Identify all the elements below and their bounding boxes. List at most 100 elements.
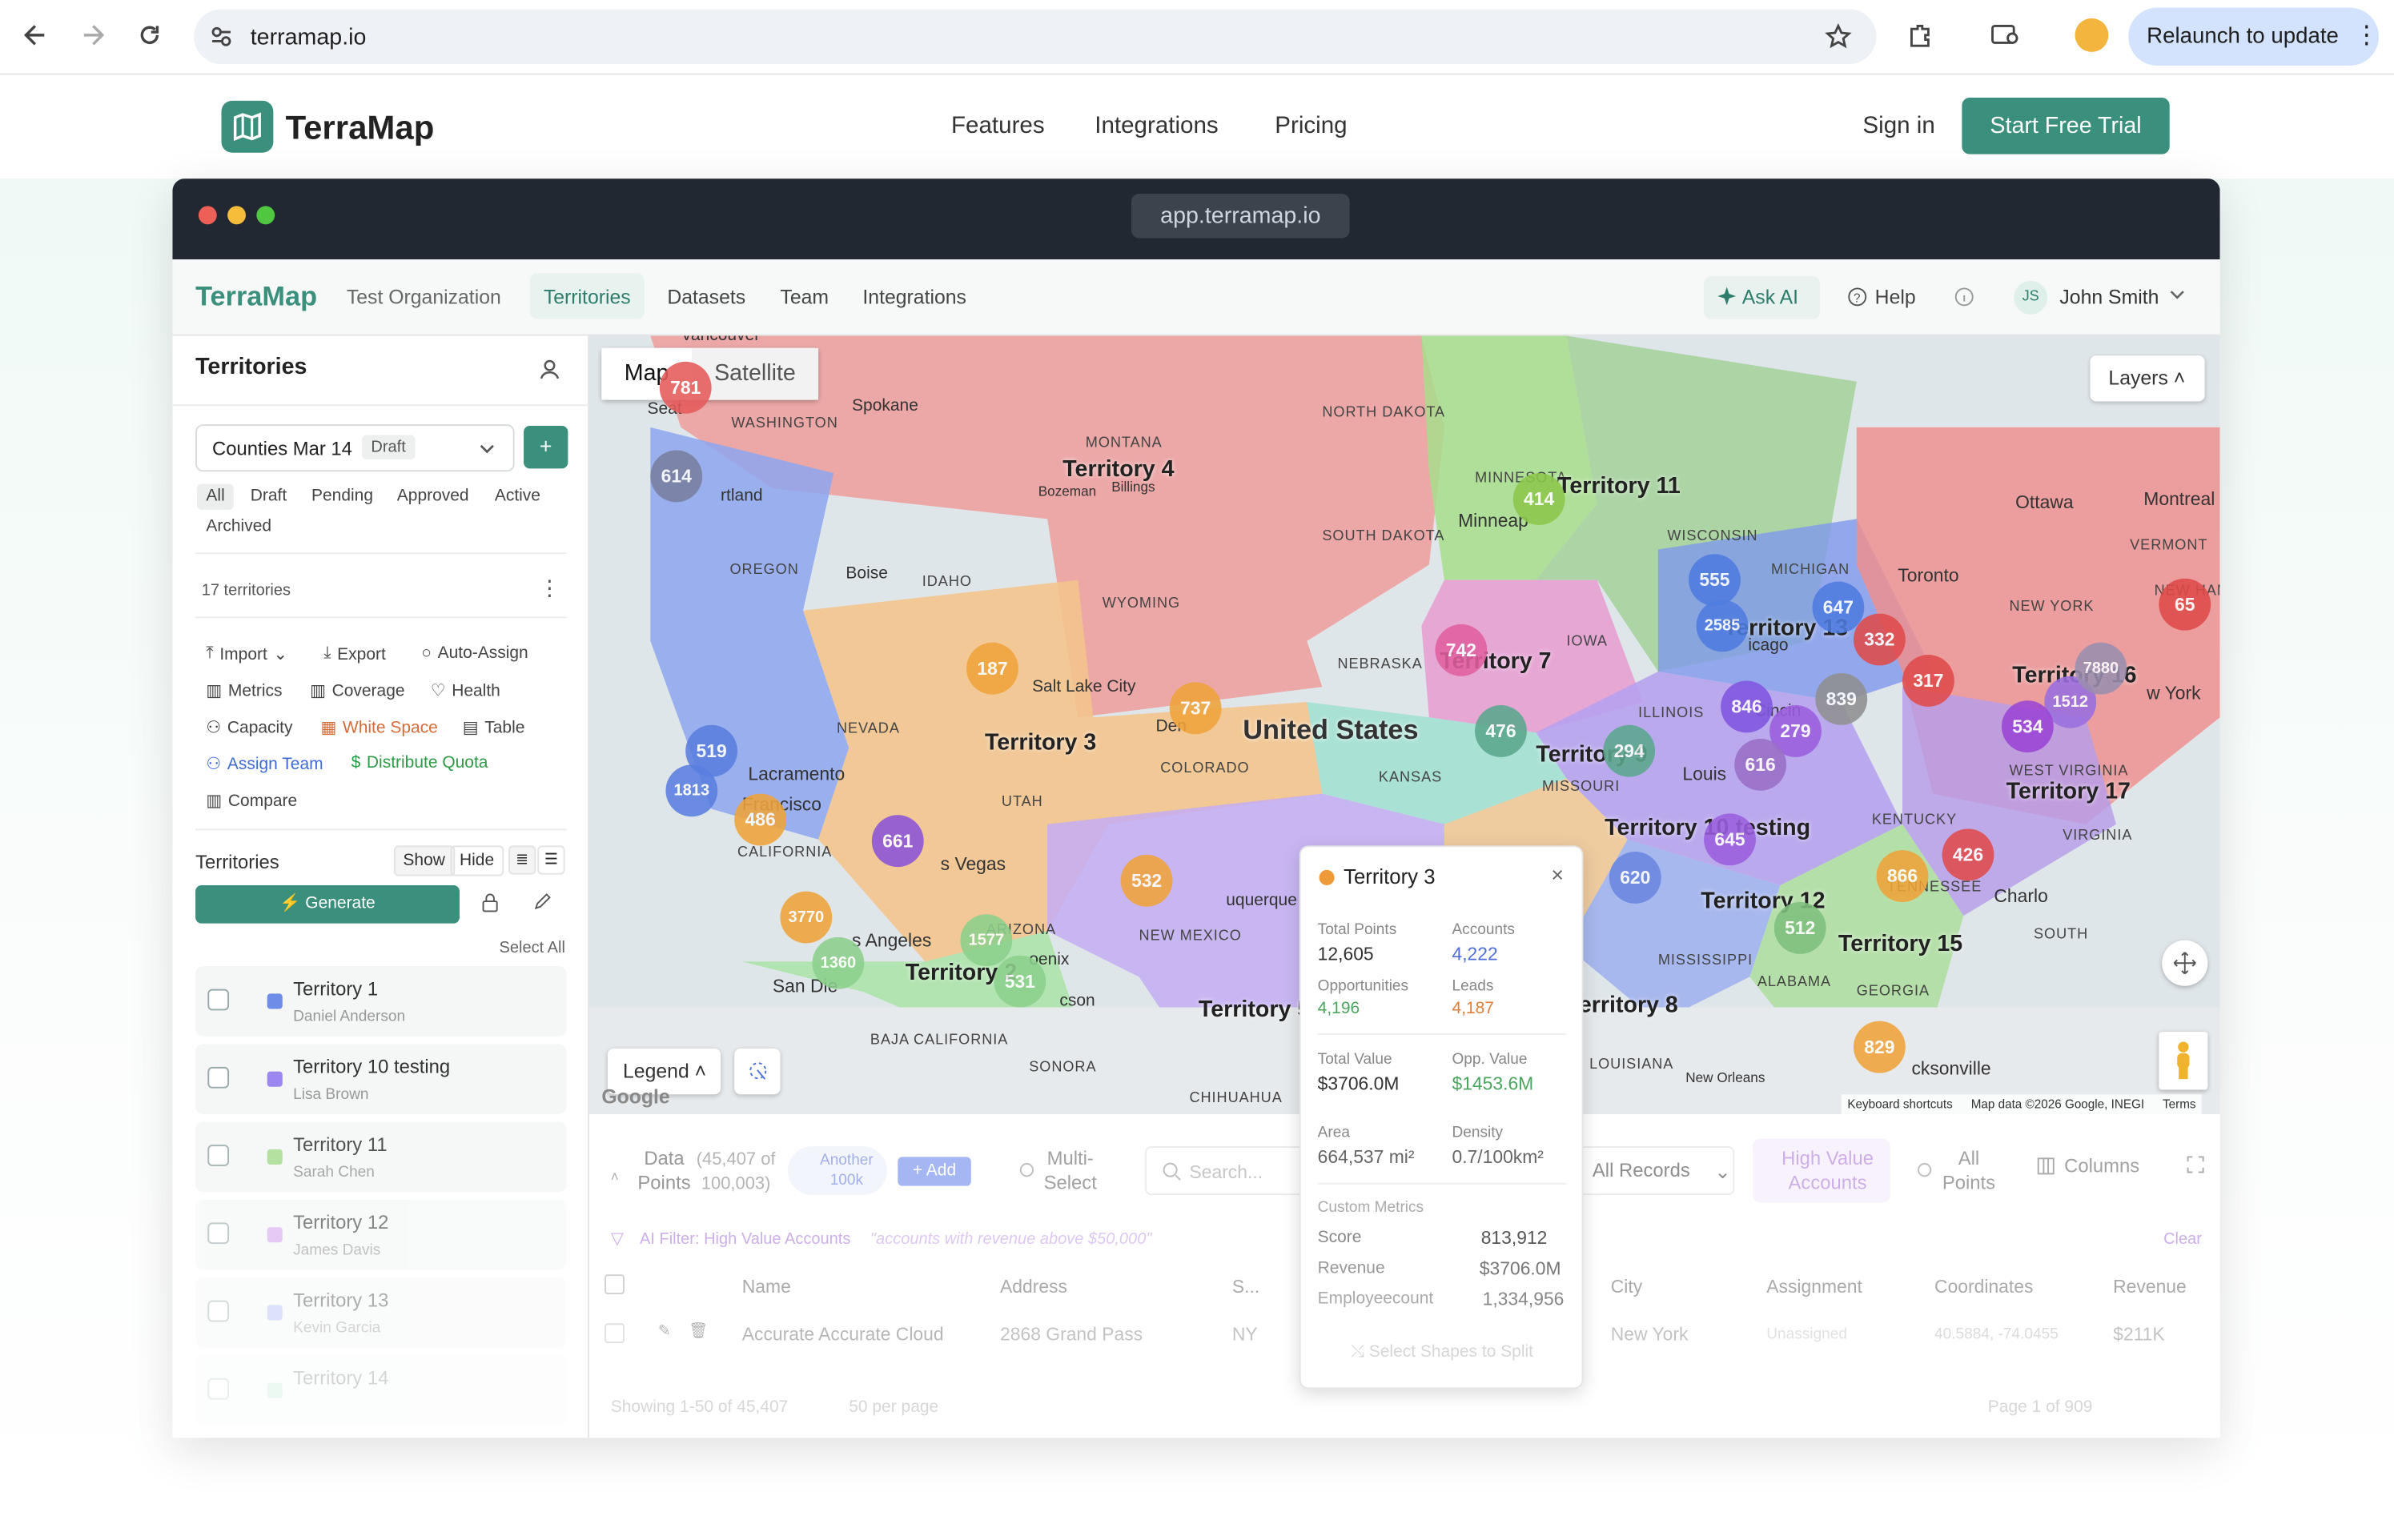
territory-label[interactable]: Territory 3	[985, 729, 1096, 755]
cluster-marker[interactable]: 2585	[1696, 600, 1749, 652]
sign-in-link[interactable]: Sign in	[1862, 113, 1934, 140]
filter-active[interactable]: Active	[495, 487, 540, 505]
territory-label[interactable]: Territory 17	[2006, 779, 2131, 804]
metrics-button[interactable]: ▥ Metrics	[206, 680, 282, 700]
cluster-marker[interactable]: 781	[659, 361, 712, 414]
user-name[interactable]: John Smith	[2059, 286, 2159, 309]
trash-icon[interactable]: 🗑	[689, 1323, 708, 1340]
capacity-button[interactable]: ⚇ Capacity	[206, 717, 292, 737]
app-brand[interactable]: TerraMap	[195, 281, 317, 313]
info-icon[interactable]	[1954, 287, 1974, 307]
cluster-marker[interactable]: 616	[1734, 738, 1787, 791]
clear-filter-link[interactable]: Clear	[2163, 1230, 2202, 1249]
cluster-marker[interactable]: 532	[1120, 854, 1173, 907]
add-version-button[interactable]: +	[524, 426, 568, 469]
territory-label[interactable]: Territory 15	[1838, 931, 1962, 956]
select-all-link[interactable]: Select All	[500, 939, 565, 957]
col-city[interactable]: City	[1611, 1276, 1642, 1297]
nav-datasets[interactable]: Datasets	[667, 286, 745, 309]
col-assignment[interactable]: Assignment	[1766, 1276, 1862, 1297]
cluster-marker[interactable]: 555	[1689, 554, 1741, 607]
org-name[interactable]: Test Organization	[347, 286, 501, 309]
territory-row[interactable]: Territory 14	[195, 1355, 567, 1426]
territory-row[interactable]: Territory 10 testing Lisa Brown	[195, 1044, 567, 1115]
bookmark-star-icon[interactable]	[1825, 23, 1852, 50]
cluster-marker[interactable]: 661	[871, 815, 924, 868]
street-view-button[interactable]	[2159, 1032, 2208, 1090]
row-checkbox[interactable]	[207, 1300, 230, 1322]
nav-integrations-app[interactable]: Integrations	[862, 286, 966, 309]
columns-button[interactable]: Columns	[2064, 1156, 2139, 1177]
cluster-marker[interactable]: 1360	[812, 936, 865, 989]
col-address[interactable]: Address	[1000, 1276, 1067, 1297]
cluster-marker[interactable]: 1813	[665, 764, 718, 817]
nav-features[interactable]: Features	[951, 113, 1045, 140]
cluster-marker[interactable]: 534	[2001, 700, 2054, 753]
records-select[interactable]: All Records ⌄	[1578, 1146, 1735, 1196]
cluster-marker[interactable]: 426	[1942, 828, 1994, 881]
filter-draft[interactable]: Draft	[251, 487, 287, 505]
territory-row[interactable]: Territory 11 Sarah Chen	[195, 1121, 567, 1193]
start-trial-button[interactable]: Start Free Trial	[1962, 98, 2170, 154]
multi-select-toggle[interactable]: Multi-Select	[1042, 1146, 1099, 1195]
terms-link[interactable]: Terms	[2163, 1097, 2196, 1111]
per-page-select[interactable]: 50 per page	[849, 1398, 938, 1417]
cluster-marker[interactable]: 866	[1876, 850, 1929, 902]
cluster-marker[interactable]: 3770	[780, 891, 833, 944]
cluster-marker[interactable]: 1577	[960, 914, 1013, 967]
compact-view-icon[interactable]: ≣	[508, 845, 536, 875]
cluster-marker[interactable]: 839	[1815, 672, 1868, 725]
col-coordinates[interactable]: Coordinates	[1934, 1276, 2033, 1297]
cluster-marker[interactable]: 187	[966, 642, 1018, 695]
help-label[interactable]: Help	[1875, 286, 1916, 309]
filter-all[interactable]: All	[206, 487, 224, 505]
radio-icon[interactable]	[1019, 1163, 1034, 1177]
cluster-marker[interactable]: 7880	[2075, 642, 2127, 695]
coverage-button[interactable]: ▥ Coverage	[310, 680, 404, 700]
cluster-marker[interactable]: 742	[1435, 624, 1488, 676]
menu-dots-icon[interactable]: ⋮	[2354, 8, 2379, 66]
another-100k-button[interactable]: Another 100k	[787, 1146, 887, 1196]
col-revenue[interactable]: Revenue	[2113, 1276, 2187, 1297]
extensions-icon[interactable]	[1907, 22, 1934, 49]
filter-approved[interactable]: Approved	[397, 487, 469, 505]
cluster-marker[interactable]: 512	[1773, 901, 1826, 954]
cluster-marker[interactable]: 65	[2159, 578, 2211, 631]
version-select[interactable]: Counties Mar 14 Draft	[195, 424, 515, 472]
generate-button[interactable]: ⚡ Generate	[195, 885, 460, 924]
export-button[interactable]: ⤓ Export	[323, 644, 386, 664]
cluster-marker[interactable]: 614	[650, 450, 703, 503]
add-button[interactable]: + Add	[898, 1157, 971, 1186]
cluster-marker[interactable]: 317	[1902, 655, 1954, 707]
close-dot[interactable]	[198, 206, 217, 225]
select-all-checkbox[interactable]	[605, 1274, 625, 1295]
territory-label[interactable]: Territory 11	[1557, 473, 1681, 499]
cluster-marker[interactable]: 294	[1603, 724, 1656, 777]
keyboard-shortcuts-link[interactable]: Keyboard shortcuts	[1847, 1097, 1952, 1111]
territory-row[interactable]: Territory 1 Daniel Anderson	[195, 966, 567, 1037]
territory-label[interactable]: Territory 4	[1062, 456, 1174, 482]
cluster-marker[interactable]: 737	[1169, 682, 1222, 735]
split-shapes-button[interactable]: ⤯ Select Shapes to Split	[1318, 1333, 1567, 1373]
show-button[interactable]: Show	[393, 845, 455, 876]
cluster-marker[interactable]: 645	[1704, 813, 1756, 866]
filter-archived[interactable]: Archived	[206, 517, 271, 535]
cluster-marker[interactable]: 414	[1512, 473, 1565, 525]
hide-button[interactable]: Hide	[450, 845, 504, 876]
row-checkbox[interactable]	[207, 1145, 230, 1166]
back-icon[interactable]	[22, 22, 49, 49]
profile-avatar[interactable]	[2075, 18, 2109, 52]
row-checkbox[interactable]	[207, 1066, 230, 1089]
nav-team[interactable]: Team	[780, 286, 829, 309]
reload-icon[interactable]	[136, 22, 163, 49]
eye-icon[interactable]	[1918, 1163, 1932, 1177]
cluster-marker[interactable]: 531	[994, 955, 1046, 1008]
import-button[interactable]: ⤒ Import ⌄	[206, 644, 287, 664]
cluster-marker[interactable]: 829	[1853, 1021, 1906, 1073]
close-icon[interactable]: ×	[1551, 862, 1564, 887]
row-checkbox[interactable]	[207, 989, 230, 1011]
nav-territories[interactable]: Territories	[544, 286, 631, 309]
cluster-marker[interactable]: 846	[1721, 680, 1773, 733]
high-value-accounts-filter[interactable]: High Value Accounts	[1753, 1138, 1890, 1203]
territory-row[interactable]: Territory 13 Kevin Garcia	[195, 1277, 567, 1348]
